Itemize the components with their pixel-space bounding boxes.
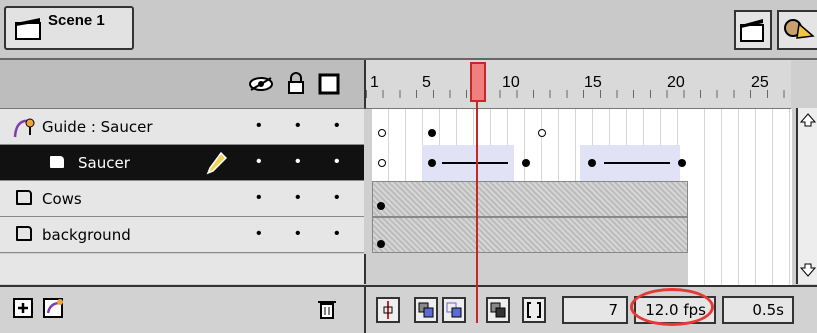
scene-title: Scene 1 <box>48 12 105 29</box>
frame-track-cows[interactable] <box>372 181 688 217</box>
keyframe[interactable] <box>428 129 436 137</box>
frame-track-saucer[interactable] <box>372 145 688 181</box>
clapperboard-icon <box>740 19 764 42</box>
keyframe[interactable] <box>428 159 436 167</box>
ruler-label: 15 <box>584 74 602 91</box>
layer-row-background[interactable]: background • • • <box>0 217 364 253</box>
lock-dot[interactable]: • <box>295 153 301 171</box>
empty-keyframe[interactable] <box>378 129 386 137</box>
layer-icon <box>16 190 32 205</box>
keyframe[interactable] <box>522 159 530 167</box>
modify-onion-markers-button[interactable] <box>522 297 546 323</box>
ruler-label: 5 <box>422 74 431 91</box>
ruler-label: 25 <box>751 74 769 91</box>
onion-skin-outlines-icon <box>446 302 462 318</box>
frame-ruler[interactable]: 1 5 10 15 20 25 <box>366 60 791 109</box>
ruler-label: 1 <box>370 74 379 91</box>
empty-keyframe[interactable] <box>538 129 546 137</box>
lock-dot[interactable]: • <box>295 225 301 243</box>
edit-multiple-frames-button[interactable] <box>486 297 510 323</box>
edit-multiple-frames-icon <box>490 302 506 318</box>
layer-name: Cows <box>42 190 82 208</box>
vertical-scrollbar[interactable] <box>796 108 817 284</box>
layer-icon <box>16 226 32 241</box>
playhead-line <box>476 100 478 323</box>
trash-icon[interactable] <box>316 297 338 321</box>
scroll-down-icon[interactable] <box>800 262 816 278</box>
lock-icon[interactable] <box>286 72 306 96</box>
layer-name: Guide : Saucer <box>42 118 153 136</box>
center-frame-button[interactable] <box>376 297 400 323</box>
outline-dot[interactable]: • <box>334 117 340 135</box>
eye-icon[interactable] <box>248 74 274 94</box>
keyframe[interactable] <box>377 240 385 248</box>
layer-row-guide-saucer[interactable]: Guide : Saucer • • • <box>0 109 364 145</box>
onion-markers-icon <box>527 302 541 318</box>
tween-arrow <box>442 162 508 164</box>
layer-list-empty-area <box>0 254 366 284</box>
onion-skin-button[interactable] <box>414 297 438 323</box>
frame-track-background[interactable] <box>372 217 688 253</box>
ruler-label: 20 <box>667 74 685 91</box>
lock-dot[interactable]: • <box>295 189 301 207</box>
timeline-panel: 1 5 10 15 20 25 7 12.0 fps 0.5s <box>366 60 817 333</box>
fps-highlight-circle <box>630 288 714 326</box>
layer-row-cows[interactable]: Cows • • • <box>0 181 364 217</box>
guide-layer-icon <box>13 118 35 138</box>
add-layer-icon[interactable] <box>12 297 36 321</box>
outline-square-icon[interactable] <box>318 73 340 95</box>
center-frame-icon <box>383 301 393 319</box>
add-guide-layer-icon[interactable] <box>42 295 68 321</box>
onion-skin-icon <box>418 302 434 318</box>
frame-grid-empty[interactable] <box>688 109 792 285</box>
edit-scene-button[interactable] <box>734 10 772 50</box>
layer-header <box>0 60 366 109</box>
visibility-dot[interactable]: • <box>256 117 262 135</box>
timeline-footer: 7 12.0 fps 0.5s <box>366 285 817 333</box>
outline-dot[interactable]: • <box>334 153 340 171</box>
ruler-label: 10 <box>502 74 520 91</box>
elapsed-time-field: 0.5s <box>722 296 794 324</box>
symbols-icon <box>784 19 815 39</box>
keyframe[interactable] <box>588 159 596 167</box>
tween-arrow <box>604 162 670 164</box>
keyframe[interactable] <box>678 159 686 167</box>
outline-dot[interactable]: • <box>334 225 340 243</box>
frame-track-guide[interactable] <box>372 109 688 145</box>
visibility-dot[interactable]: • <box>256 153 262 171</box>
layer-name: background <box>42 226 131 244</box>
visibility-dot[interactable]: • <box>256 189 262 207</box>
layer-name: Saucer <box>78 154 130 172</box>
visibility-dot[interactable]: • <box>256 225 262 243</box>
layer-row-saucer[interactable]: Saucer • • • <box>0 145 364 181</box>
playhead[interactable] <box>470 62 486 102</box>
lock-dot[interactable]: • <box>295 117 301 135</box>
scroll-up-icon[interactable] <box>800 112 816 128</box>
pencil-icon[interactable] <box>205 151 227 175</box>
keyframe[interactable] <box>377 202 385 210</box>
empty-keyframe[interactable] <box>378 159 386 167</box>
outline-dot[interactable]: • <box>334 189 340 207</box>
layer-footer <box>0 285 366 333</box>
layer-icon <box>50 156 64 168</box>
edit-symbol-button[interactable] <box>777 10 817 50</box>
onion-skin-outlines-button[interactable] <box>442 297 466 323</box>
scene-bar: Scene 1 <box>0 0 817 60</box>
clapperboard-icon <box>15 18 41 40</box>
current-frame-field: 7 <box>562 296 628 324</box>
